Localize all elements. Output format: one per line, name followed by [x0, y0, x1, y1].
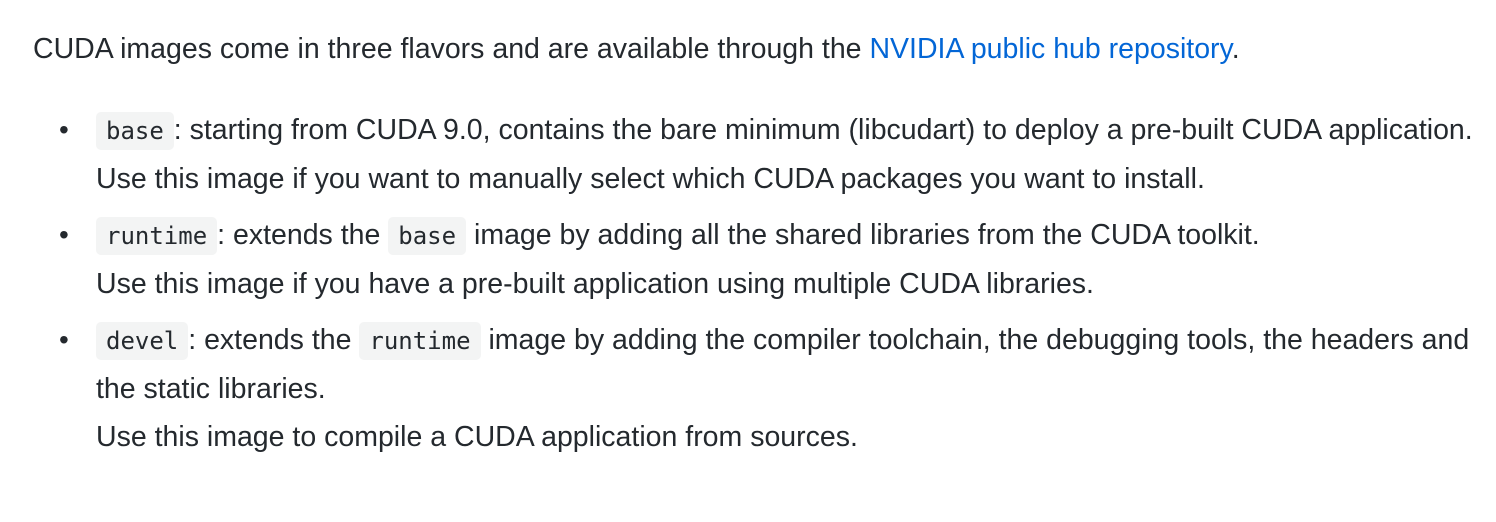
intro-paragraph: CUDA images come in three flavors and ar… [33, 25, 1240, 73]
flavor-item-runtime: • runtime: extends the base image by add… [59, 211, 1476, 308]
flavor-usage: Use this image if you have a pre-built a… [96, 268, 1094, 300]
code-base-ref: base [388, 217, 467, 255]
bullet-icon: • [59, 219, 69, 250]
flavor-list: • base: starting from CUDA 9.0, contains… [59, 106, 1476, 469]
code-runtime: runtime [96, 217, 218, 255]
code-runtime-ref: runtime [359, 322, 481, 360]
flavor-description: runtime: extends the base image by addin… [96, 211, 1476, 260]
flavor-description: devel: extends the runtime image by addi… [96, 316, 1476, 413]
description-text: : starting from CUDA 9.0, contains the b… [173, 114, 1473, 146]
readme-section: CUDA images come in three flavors and ar… [0, 0, 1496, 522]
flavor-description: base: starting from CUDA 9.0, contains t… [96, 106, 1476, 155]
description-text: image by adding all the shared libraries… [466, 219, 1260, 251]
code-base: base [96, 112, 174, 150]
intro-period: . [1231, 33, 1240, 65]
nvidia-hub-link[interactable]: NVIDIA public hub repository [869, 33, 1231, 65]
flavor-usage: Use this image if you want to manually s… [96, 163, 1205, 195]
bullet-icon: • [59, 324, 69, 355]
description-text: : extends the [188, 324, 360, 356]
bullet-icon: • [59, 114, 69, 145]
code-devel: devel [96, 322, 189, 360]
intro-text: CUDA images come in three flavors and ar… [33, 33, 870, 65]
description-text: : extends the [217, 219, 389, 251]
flavor-item-base: • base: starting from CUDA 9.0, contains… [59, 106, 1476, 203]
flavor-usage: Use this image to compile a CUDA applica… [96, 421, 858, 453]
flavor-item-devel: • devel: extends the runtime image by ad… [59, 316, 1476, 461]
